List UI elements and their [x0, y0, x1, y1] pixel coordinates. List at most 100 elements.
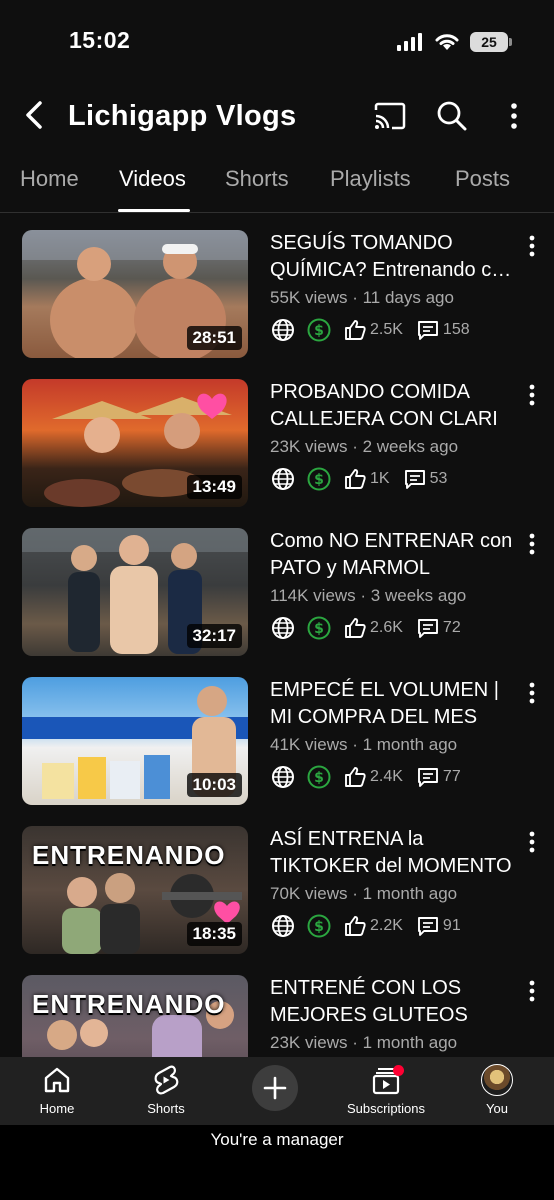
channel-title: Lichigapp Vlogs	[68, 100, 297, 132]
video-more-button[interactable]	[522, 530, 542, 558]
wifi-icon	[435, 34, 459, 50]
video-more-button[interactable]	[522, 977, 542, 1005]
more-vertical-icon	[529, 533, 535, 555]
comment-icon	[415, 913, 441, 939]
video-more-button[interactable]	[522, 232, 542, 260]
dollar-icon: $	[306, 913, 332, 939]
thumb-up-icon	[342, 466, 368, 492]
video-title[interactable]: ASÍ ENTRENA la TIKTOKER del MOMENTO	[270, 826, 515, 880]
create-button[interactable]	[252, 1065, 298, 1111]
comment-icon	[402, 466, 428, 492]
video-views: 23K views	[270, 437, 348, 456]
video-views: 55K views	[270, 288, 348, 307]
globe-icon	[270, 913, 296, 939]
video-item[interactable]: ENTRENANDO 18:35 ASÍ ENTRENA la TIKTOKER…	[0, 810, 554, 959]
dollar-icon: $	[306, 764, 332, 790]
comment-count: 72	[442, 619, 461, 636]
video-item[interactable]: 10:03 EMPECÉ EL VOLUMEN | MI COMPRA DEL …	[0, 661, 554, 810]
shorts-icon	[148, 1063, 184, 1097]
signal-icon	[397, 33, 422, 51]
video-more-button[interactable]	[522, 381, 542, 409]
search-button[interactable]	[432, 96, 472, 136]
status-time: 15:02	[69, 27, 131, 53]
video-age: 3 weeks ago	[370, 586, 467, 605]
cast-icon	[374, 102, 406, 130]
tab-playlists[interactable]: Playlists	[330, 166, 411, 192]
video-age: 1 month ago	[362, 884, 458, 903]
video-thumbnail[interactable]: 10:03	[22, 677, 248, 805]
more-vertical-icon	[511, 103, 517, 129]
video-meta: 114K views · 3 weeks ago	[270, 586, 467, 605]
video-more-button[interactable]	[522, 828, 542, 856]
video-item[interactable]: 32:17 Como NO ENTRENAR con PATO y MARMOL…	[0, 512, 554, 661]
video-views: 70K views	[270, 884, 348, 903]
thumbnail-caption: ENTRENANDO	[32, 989, 226, 1019]
comment-icon	[415, 615, 441, 641]
globe-icon	[270, 764, 296, 790]
tab-home[interactable]: Home	[20, 166, 79, 192]
video-stats: $ 2.2K 91	[270, 913, 461, 939]
tab-shorts[interactable]: Shorts	[225, 166, 289, 192]
video-duration: 28:51	[186, 326, 242, 350]
globe-icon	[270, 317, 296, 343]
nav-subscriptions[interactable]: Subscriptions	[331, 1063, 441, 1121]
avatar-wrapper	[479, 1063, 515, 1097]
svg-text:$: $	[314, 621, 324, 637]
tab-videos[interactable]: Videos	[119, 166, 186, 192]
video-age: 2 weeks ago	[362, 437, 459, 456]
nav-shorts[interactable]: Shorts	[111, 1063, 221, 1121]
comment-count: 91	[442, 917, 461, 934]
video-duration: 32:17	[186, 624, 242, 648]
video-title[interactable]: PROBANDO COMIDA CALLEJERA CON CLARI	[270, 379, 515, 433]
video-thumbnail[interactable]: ENTRENANDO	[22, 975, 248, 1057]
globe-icon	[270, 615, 296, 641]
video-more-button[interactable]	[522, 679, 542, 707]
video-views: 23K views	[270, 1033, 348, 1052]
video-item[interactable]: 13:49 PROBANDO COMIDA CALLEJERA CON CLAR…	[0, 363, 554, 512]
back-button[interactable]	[18, 98, 50, 132]
video-age: 11 days ago	[362, 288, 454, 307]
video-title[interactable]: SEGUÍS TOMANDO QUÍMICA? Entrenando con T…	[270, 230, 515, 284]
video-views: 41K views	[270, 735, 348, 754]
back-arrow-icon	[26, 101, 42, 129]
video-thumbnail[interactable]: 32:17	[22, 528, 248, 656]
video-title[interactable]: EMPECÉ EL VOLUMEN | MI COMPRA DEL MES	[270, 677, 515, 731]
battery-icon: 25	[470, 32, 512, 52]
video-list: 28:51 SEGUÍS TOMANDO QUÍMICA? Entrenando…	[0, 214, 554, 1057]
video-meta: 23K views · 2 weeks ago	[270, 437, 459, 456]
like-count: 2.6K	[370, 619, 403, 636]
status-icons: 25	[396, 30, 512, 54]
manager-notice: You're a manager	[210, 1130, 344, 1149]
nav-you-label: You	[486, 1101, 508, 1116]
like-count: 2.2K	[370, 917, 403, 934]
svg-text:$: $	[314, 323, 324, 339]
video-meta: 55K views · 11 days ago	[270, 288, 454, 307]
video-views: 114K views	[270, 586, 356, 605]
thumb-up-icon	[342, 317, 368, 343]
cast-button[interactable]	[370, 96, 410, 136]
battery-level: 25	[481, 34, 497, 50]
more-options-button[interactable]	[494, 96, 534, 136]
nav-home[interactable]: Home	[2, 1063, 112, 1121]
comment-count: 158	[442, 321, 470, 338]
dollar-icon: $	[306, 466, 332, 492]
tab-posts[interactable]: Posts	[455, 166, 510, 192]
comment-icon	[415, 317, 441, 343]
svg-text:$: $	[314, 472, 324, 488]
bottom-navigation: Home Shorts Subscriptions You	[0, 1057, 554, 1125]
video-meta: 70K views · 1 month ago	[270, 884, 458, 903]
status-bar: 15:02 25	[0, 0, 554, 80]
video-title[interactable]: ENTRENÉ CON LOS MEJORES GLUTEOS	[270, 975, 515, 1029]
video-item[interactable]: 28:51 SEGUÍS TOMANDO QUÍMICA? Entrenando…	[0, 214, 554, 363]
nav-you[interactable]: You	[442, 1063, 552, 1121]
video-thumbnail[interactable]: ENTRENANDO 18:35	[22, 826, 248, 954]
more-vertical-icon	[529, 235, 535, 257]
video-age: 1 month ago	[362, 1033, 458, 1052]
video-thumbnail[interactable]: 28:51	[22, 230, 248, 358]
video-age: 1 month ago	[362, 735, 458, 754]
video-item[interactable]: ENTRENANDO ENTRENÉ CON LOS MEJORES GLUTE…	[0, 959, 554, 1057]
globe-icon	[270, 466, 296, 492]
video-thumbnail[interactable]: 13:49	[22, 379, 248, 507]
thumb-up-icon	[342, 615, 368, 641]
video-title[interactable]: Como NO ENTRENAR con PATO y MARMOL	[270, 528, 515, 582]
